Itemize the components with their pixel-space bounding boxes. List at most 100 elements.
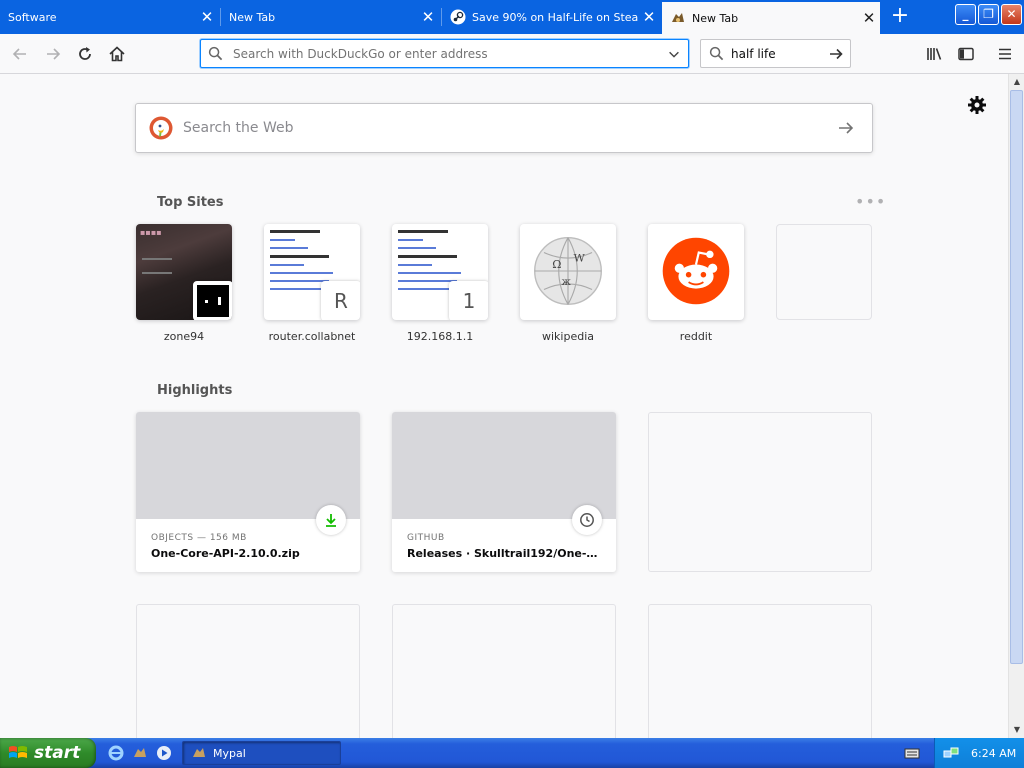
- site-letter-badge: R: [321, 281, 360, 320]
- site-thumbnail[interactable]: R: [264, 224, 360, 320]
- site-letter-badge: 1: [449, 281, 488, 320]
- tab-new-tab-active[interactable]: New Tab ✕: [662, 2, 880, 34]
- site-label: wikipedia: [541, 330, 594, 343]
- gear-icon[interactable]: [966, 94, 988, 116]
- svg-text:Ω: Ω: [552, 258, 561, 271]
- navigation-toolbar: half life: [0, 34, 1024, 74]
- mypal-icon: [191, 745, 207, 761]
- arrow-right-icon[interactable]: [836, 118, 856, 138]
- highlight-title: Releases · Skulltrail192/One-Co...: [407, 547, 601, 560]
- top-site-reddit[interactable]: reddit: [648, 224, 744, 343]
- highlights-heading: Highlights: [157, 383, 233, 398]
- forward-arrow-icon: [47, 48, 61, 60]
- system-tray: 6:24 AM: [934, 738, 1024, 768]
- reload-icon: [79, 47, 91, 60]
- network-icon[interactable]: [943, 745, 959, 761]
- top-sites-heading: Top Sites: [157, 195, 224, 210]
- top-site-192-168-1-1[interactable]: 1 192.168.1.1: [392, 224, 488, 343]
- tab-title: New Tab: [692, 11, 739, 25]
- site-label: zone94: [163, 330, 205, 343]
- wikipedia-globe-icon: Ω W ж: [531, 234, 605, 311]
- web-search-box[interactable]: Search the Web: [135, 103, 873, 153]
- download-icon: [316, 505, 346, 535]
- home-icon: [109, 46, 125, 62]
- scroll-down-arrow-icon[interactable]: ▼: [1009, 722, 1024, 738]
- close-icon[interactable]: ✕: [417, 8, 439, 26]
- top-site-wikipedia[interactable]: Ω W ж wikipedia: [520, 224, 616, 343]
- reload-button[interactable]: [72, 41, 98, 67]
- highlight-preview: [136, 412, 360, 519]
- internet-explorer-icon[interactable]: [108, 745, 124, 761]
- highlight-title: One-Core-API-2.10.0.zip: [151, 547, 300, 560]
- windows-logo-icon: [8, 743, 28, 763]
- site-label: 192.168.1.1: [406, 330, 474, 343]
- highlight-placeholder: [648, 412, 872, 572]
- more-options-icon[interactable]: •••: [855, 194, 886, 210]
- clock-icon: [572, 505, 602, 535]
- highlight-placeholder: [648, 604, 872, 738]
- top-site-zone94[interactable]: ▪▪▪▪ zone94: [136, 224, 232, 343]
- mypal-icon: [670, 10, 686, 26]
- site-thumbnail[interactable]: Ω W ж: [520, 224, 616, 320]
- clock[interactable]: 6:24 AM: [971, 747, 1016, 760]
- tab-new-tab[interactable]: New Tab ✕: [221, 1, 439, 33]
- home-button[interactable]: [104, 41, 130, 67]
- svg-text:ж: ж: [562, 276, 572, 287]
- highlight-placeholder: [392, 604, 616, 738]
- new-tab-button[interactable]: +: [888, 5, 912, 29]
- forward-button[interactable]: [40, 41, 66, 67]
- go-arrow-icon[interactable]: [822, 46, 850, 62]
- tab-steam[interactable]: Save 90% on Half-Life on Steam ✕: [442, 1, 660, 33]
- site-label: reddit: [679, 330, 713, 343]
- site-thumbnail[interactable]: [648, 224, 744, 320]
- new-tab-page: Search the Web Top Sites ••• ▪▪▪▪ zone94: [0, 74, 1008, 738]
- site-favicon: [193, 281, 232, 320]
- close-window-button[interactable]: ✕: [1001, 4, 1022, 25]
- web-search-placeholder: Search the Web: [183, 120, 294, 136]
- keyboard-icon[interactable]: [904, 745, 920, 761]
- highlight-card-github[interactable]: GITHUB Releases · Skulltrail192/One-Co..…: [392, 412, 616, 572]
- url-bar[interactable]: [200, 39, 689, 68]
- search-query[interactable]: half life: [725, 47, 822, 61]
- restore-button[interactable]: ❐: [978, 4, 999, 25]
- steam-icon: [450, 9, 466, 25]
- minimize-button[interactable]: _: [955, 4, 976, 25]
- site-thumbnail[interactable]: ▪▪▪▪: [136, 224, 232, 320]
- hamburger-menu-icon: [999, 48, 1011, 60]
- close-icon[interactable]: ✕: [638, 8, 660, 26]
- taskbar-window-mypal[interactable]: Mypal: [182, 741, 341, 765]
- sidebar-icon: [958, 47, 974, 61]
- reddit-logo-icon: [659, 234, 733, 311]
- site-thumbnail-empty: [776, 224, 872, 320]
- mypal-quicklaunch-icon[interactable]: [132, 745, 148, 761]
- start-button[interactable]: start: [0, 738, 96, 768]
- library-button[interactable]: [921, 41, 947, 67]
- tab-software[interactable]: Software ✕: [0, 1, 218, 33]
- highlight-card-download[interactable]: OBJECTS — 156 MB One-Core-API-2.10.0.zip: [136, 412, 360, 572]
- tab-strip: Software ✕ New Tab ✕ Save 90% on Half-Li…: [0, 0, 1024, 34]
- highlight-preview: [392, 412, 616, 519]
- tab-title: Software: [8, 10, 57, 24]
- menu-button[interactable]: [992, 41, 1018, 67]
- close-icon[interactable]: ✕: [196, 8, 218, 26]
- chevron-down-icon[interactable]: [660, 47, 688, 61]
- scroll-up-arrow-icon[interactable]: ▲: [1009, 74, 1024, 90]
- tab-title: Save 90% on Half-Life on Steam: [472, 10, 638, 24]
- close-icon[interactable]: ✕: [858, 9, 880, 27]
- sidebar-button[interactable]: [953, 41, 979, 67]
- url-input[interactable]: [229, 46, 660, 61]
- media-player-icon[interactable]: [156, 745, 172, 761]
- svg-text:W: W: [574, 251, 586, 264]
- highlight-placeholder: [136, 604, 360, 738]
- search-bar[interactable]: half life: [700, 39, 851, 68]
- vertical-scrollbar[interactable]: ▲ ▼: [1008, 74, 1024, 738]
- search-icon: [201, 46, 229, 61]
- taskbar: start Mypal 6:24 AM: [0, 738, 1024, 768]
- site-thumbnail-logo: ▪▪▪▪: [140, 228, 162, 237]
- top-site-router-collabnet[interactable]: R router.collabnet: [264, 224, 360, 343]
- taskbar-window-label: Mypal: [213, 746, 246, 760]
- scrollbar-thumb[interactable]: [1010, 90, 1023, 664]
- site-thumbnail[interactable]: 1: [392, 224, 488, 320]
- back-button[interactable]: [7, 41, 33, 67]
- back-arrow-icon: [12, 48, 26, 60]
